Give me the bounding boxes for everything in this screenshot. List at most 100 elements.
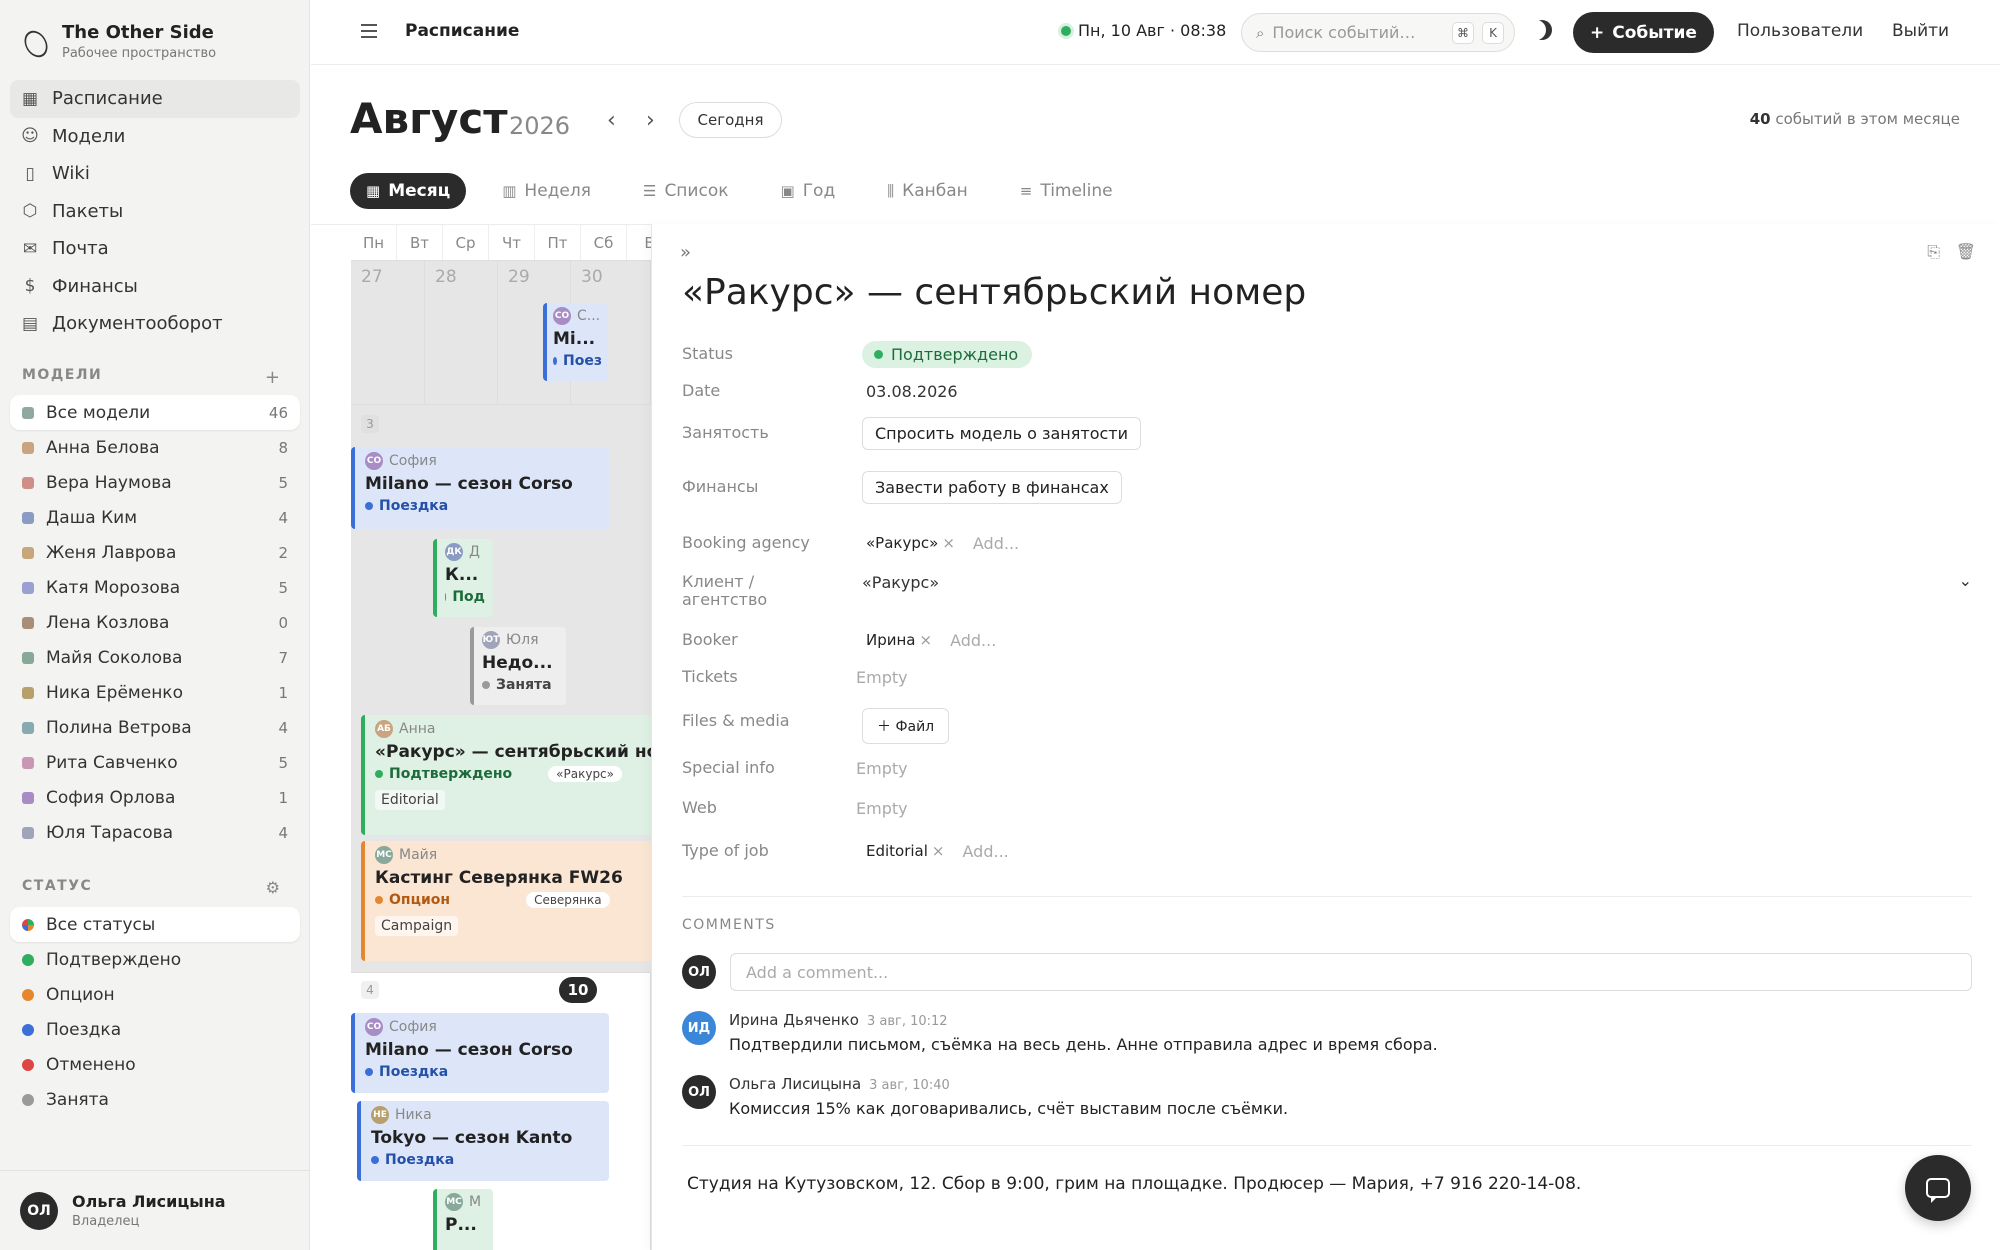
new-event-button[interactable]: + Событие <box>1573 12 1714 53</box>
nav-item-models[interactable]: ☺ Модели <box>10 118 300 156</box>
calendar-event[interactable]: СО София Milano — сезон Corso Поездка <box>351 1013 609 1093</box>
add-agency-input[interactable]: Add... <box>973 534 1019 553</box>
calendar-event[interactable]: АБ Анна «Ракурс» — сентябрьский номер Под… <box>361 715 651 835</box>
remove-chip-icon[interactable]: × <box>942 534 955 552</box>
search-input[interactable]: ⌕ Поиск событий… ⌘ K <box>1241 13 1515 52</box>
property-label: Tickets <box>682 667 738 687</box>
comment-input[interactable]: Add a comment... <box>730 953 1972 991</box>
job-type-chip[interactable]: Editorial × <box>862 839 949 863</box>
event-notes[interactable]: Студия на Кутузовском, 12. Сбор в 9:00, … <box>687 1174 1581 1194</box>
tab-week[interactable]: ▥ Неделя <box>486 173 607 209</box>
model-color-dot <box>22 406 34 419</box>
tickets-value[interactable]: Empty <box>856 668 908 687</box>
tab-timeline[interactable]: ≡ Timeline <box>1004 173 1129 209</box>
model-name: Ника Ерёменко <box>46 682 183 703</box>
add-job-type-input[interactable]: Add... <box>963 842 1009 861</box>
model-count: 4 <box>278 823 288 842</box>
add-model-icon[interactable]: + <box>265 367 280 388</box>
web-value[interactable]: Empty <box>856 799 908 818</box>
model-filter-item[interactable]: Вера Наумова 5 <box>10 465 300 500</box>
model-filter-item[interactable]: Даша Ким 4 <box>10 500 300 535</box>
copy-icon[interactable]: ⎘ <box>1927 242 1940 262</box>
status-filter-item[interactable]: Все статусы <box>10 907 300 942</box>
model-filter-item[interactable]: Рита Савченко 5 <box>10 745 300 780</box>
model-filter-item[interactable]: Майя Соколова 7 <box>10 640 300 675</box>
document-icon: ▤ <box>21 313 39 334</box>
status-dot-icon <box>482 681 490 689</box>
day-cell[interactable]: 27 <box>351 261 425 404</box>
event-client-chip: «Ракурс» <box>548 766 622 782</box>
today-badge[interactable]: 10 <box>559 977 597 1003</box>
calendar-event[interactable]: МС Майя Кастинг Северянка FW26 Опцион Севе… <box>361 841 651 961</box>
today-button[interactable]: Сегодня <box>679 102 782 138</box>
model-filter-item[interactable]: София Орлова 1 <box>10 780 300 815</box>
add-booker-input[interactable]: Add... <box>950 631 996 650</box>
calendar-event[interactable]: СО София Milano — сезон Corso Поездка <box>351 447 609 529</box>
next-month-icon[interactable]: › <box>646 108 655 133</box>
agency-chip[interactable]: «Ракурс» × <box>862 531 959 555</box>
property-label: Booking agency <box>682 532 810 552</box>
chevron-down-icon[interactable]: ⌄ <box>1959 571 1972 590</box>
brand[interactable]: The Other Side Рабочее пространство <box>19 22 216 62</box>
calendar-event[interactable]: СО С... Mi... Поез <box>543 303 608 381</box>
nav-item-wiki[interactable]: ▯ Wiki <box>10 155 300 193</box>
model-filter-item[interactable]: Лена Козлова 0 <box>10 605 300 640</box>
users-link[interactable]: Пользователи <box>1737 21 1863 41</box>
model-filter-item[interactable]: Анна Белова 8 <box>10 430 300 465</box>
client-select[interactable]: «Ракурс» <box>862 573 939 592</box>
prev-month-icon[interactable]: ‹ <box>607 108 616 133</box>
comment-text: Подтвердили письмом, съёмка на весь день… <box>729 1035 1438 1054</box>
calendar-event[interactable]: ДК Д К... Под <box>433 539 493 617</box>
create-finance-button[interactable]: Завести работу в финансах <box>862 471 1122 504</box>
user-profile[interactable]: ОЛ Ольга Лисицына Владелец <box>0 1170 310 1250</box>
tab-year[interactable]: ▣ Год <box>765 173 852 209</box>
add-file-button[interactable]: ＋ Файл <box>862 708 950 744</box>
tab-kanban[interactable]: ⫼ Канбан <box>871 173 984 209</box>
moon-icon[interactable] <box>1532 20 1552 40</box>
status-filter-item[interactable]: Подтверждено <box>10 942 300 977</box>
logout-link[interactable]: Выйти <box>1892 21 1949 41</box>
tab-month[interactable]: ▦ Месяц <box>350 173 467 209</box>
nav-item-mail[interactable]: ✉ Почта <box>10 230 300 268</box>
nav-item-documents[interactable]: ▤ Документооборот <box>10 305 300 343</box>
remove-chip-icon[interactable]: × <box>920 631 933 649</box>
nav-item-packages[interactable]: ⬡ Пакеты <box>10 193 300 231</box>
status-filter-item[interactable]: Поездка <box>10 1012 300 1047</box>
model-name: Катя Морозова <box>46 577 181 598</box>
special-value[interactable]: Empty <box>856 759 908 778</box>
property-special: Special info Empty <box>682 758 1972 778</box>
ask-availability-button[interactable]: Спросить модель о занятости <box>862 417 1142 450</box>
gear-icon[interactable]: ⚙ <box>266 878 280 897</box>
status-dot-icon <box>22 1093 34 1106</box>
model-filter-item[interactable]: Катя Морозова 5 <box>10 570 300 605</box>
remove-chip-icon[interactable]: × <box>932 842 945 860</box>
grid-icon: ▦ <box>366 182 381 200</box>
day-cell[interactable]: 28 <box>425 261 498 404</box>
event-title[interactable]: «Ракурс» — сентябрьский номер <box>682 272 1306 313</box>
booker-chip[interactable]: Ирина × <box>862 628 936 652</box>
chat-button[interactable] <box>1905 1155 1971 1221</box>
nav-item-schedule[interactable]: ▦ Расписание <box>10 80 300 118</box>
trash-icon[interactable]: 🗑 <box>1956 242 1976 261</box>
model-filter-item[interactable]: Все модели 46 <box>10 395 300 430</box>
date-value[interactable]: 03.08.2026 <box>866 382 958 401</box>
collapse-panel-icon[interactable]: » <box>680 242 691 263</box>
tab-list[interactable]: ☰ Список <box>627 173 745 209</box>
brand-title: The Other Side <box>62 22 214 43</box>
model-filter-item[interactable]: Полина Ветрова 4 <box>10 710 300 745</box>
status-filter-item[interactable]: Опцион <box>10 977 300 1012</box>
weekday-label: Чт <box>489 225 535 260</box>
status-filter-item[interactable]: Отменено <box>10 1047 300 1082</box>
property-label: Files & media <box>682 710 790 730</box>
calendar-event[interactable]: НЕ Ника Tokyo — сезон Kanto Поездка <box>357 1101 609 1181</box>
nav-item-label: Пакеты <box>52 200 124 222</box>
model-filter-item[interactable]: Женя Лаврова 2 <box>10 535 300 570</box>
calendar-event[interactable]: МС М Р... <box>433 1189 493 1250</box>
status-pill[interactable]: Подтверждено <box>862 341 1033 368</box>
model-filter-item[interactable]: Ника Ерёменко 1 <box>10 675 300 710</box>
menu-icon[interactable] <box>361 24 377 38</box>
calendar-event[interactable]: ЮТ Юля Недо... Занята <box>470 627 566 705</box>
status-filter-item[interactable]: Занята <box>10 1082 300 1117</box>
nav-item-finance[interactable]: $ Финансы <box>10 268 300 306</box>
model-filter-item[interactable]: Юля Тарасова 4 <box>10 815 300 850</box>
